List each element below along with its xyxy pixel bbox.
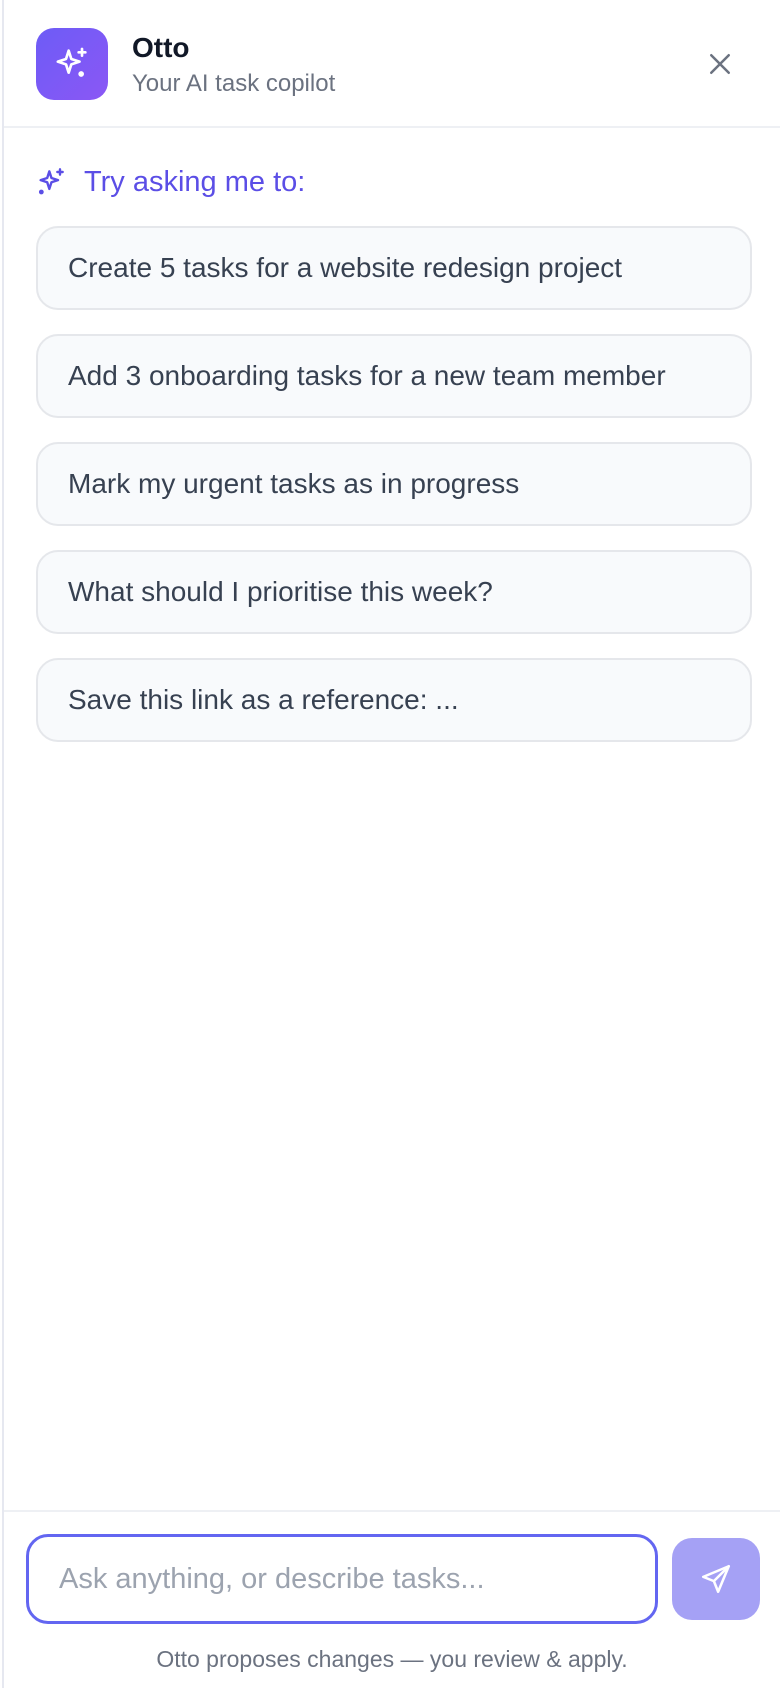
suggestion-chip[interactable]: Mark my urgent tasks as in progress bbox=[36, 442, 752, 526]
panel-header: Otto Your AI task copilot bbox=[4, 0, 780, 128]
suggestion-chip[interactable]: Add 3 onboarding tasks for a new team me… bbox=[36, 334, 752, 418]
suggestions-heading: Try asking me to: bbox=[36, 162, 305, 202]
suggestion-chip[interactable]: What should I prioritise this week? bbox=[36, 550, 752, 634]
assistant-tagline: Your AI task copilot bbox=[132, 70, 336, 97]
send-icon bbox=[701, 1564, 731, 1594]
suggestions-heading-label: Try asking me to: bbox=[84, 165, 306, 198]
close-icon bbox=[710, 54, 730, 74]
close-button[interactable] bbox=[696, 40, 744, 88]
ai-copilot-panel: Otto Your AI task copilot Try asking me … bbox=[2, 0, 780, 1688]
assistant-name: Otto bbox=[132, 32, 190, 63]
sparkles-icon bbox=[38, 168, 64, 195]
assistant-logo bbox=[36, 28, 108, 100]
composer-disclaimer: Otto proposes changes — you review & app… bbox=[156, 1646, 628, 1672]
composer: Otto proposes changes — you review & app… bbox=[4, 1510, 780, 1688]
sparkles-icon bbox=[56, 47, 87, 77]
suggestion-chip[interactable]: Save this link as a reference: ... bbox=[36, 658, 752, 742]
suggestion-list: Create 5 tasks for a website redesign pr… bbox=[36, 226, 752, 766]
message-input[interactable] bbox=[26, 1534, 658, 1624]
suggestion-chip[interactable]: Create 5 tasks for a website redesign pr… bbox=[36, 226, 752, 310]
send-button[interactable] bbox=[672, 1538, 760, 1620]
